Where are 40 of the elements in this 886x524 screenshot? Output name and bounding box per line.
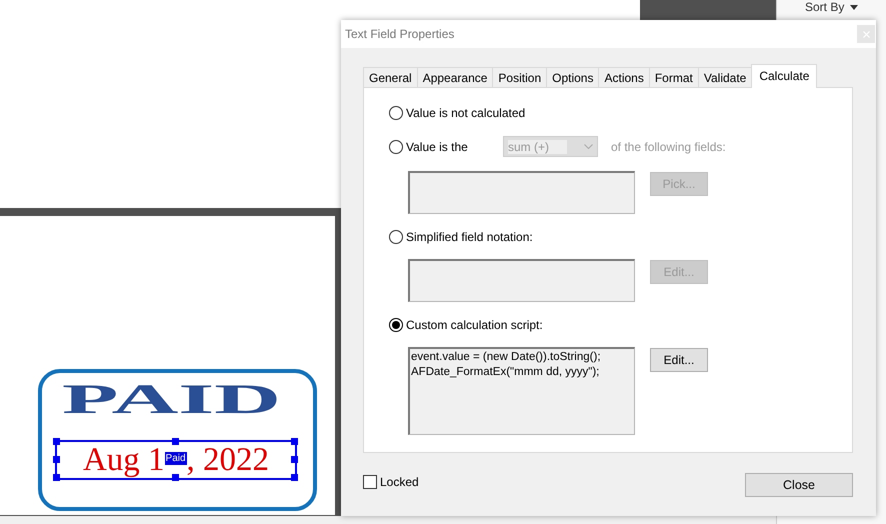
close-button[interactable]	[857, 25, 875, 43]
radio-label: Value is not calculated	[406, 106, 526, 120]
checkbox[interactable]	[363, 474, 377, 488]
sort-by-dropdown[interactable]: Sort By	[805, 0, 858, 14]
radio-label: Simplified field notation:	[406, 230, 533, 244]
notation-input[interactable]	[408, 259, 635, 302]
close-button[interactable]: Close	[745, 473, 853, 497]
window-title: Text Field Properties	[345, 27, 454, 41]
stamp-title: PAID	[62, 376, 281, 425]
resize-handle[interactable]	[291, 456, 298, 463]
script-box[interactable]: event.value = (new Date()).toString(); AFDate_FormatEx("mmm dd, yyyy");	[408, 347, 635, 435]
caret-icon	[850, 4, 858, 10]
tab[interactable]: General	[363, 67, 418, 87]
date-text: Aug 1	[82, 442, 165, 478]
script-line: AFDate_FormatEx("mmm dd, yyyy");	[411, 365, 600, 380]
radio-button[interactable]	[389, 106, 403, 120]
resize-handle[interactable]	[291, 438, 298, 445]
radio-button[interactable]	[389, 230, 403, 244]
radio-label: Value is the	[406, 140, 469, 154]
radio-button[interactable]	[389, 318, 403, 332]
tab[interactable]: Options	[546, 67, 600, 87]
fields-list-box[interactable]	[408, 171, 635, 214]
resize-handle[interactable]	[53, 456, 60, 463]
resize-handle[interactable]	[172, 438, 179, 445]
date-text: , 2022	[186, 442, 270, 478]
edit-button[interactable]: Edit...	[650, 348, 708, 372]
chevron-icon	[584, 144, 593, 149]
checkbox-label: Locked	[380, 474, 419, 488]
tab[interactable]: Appearance	[416, 67, 494, 87]
resize-handle[interactable]	[53, 438, 60, 445]
tab[interactable]: Calculate	[751, 64, 818, 88]
script-line: event.value = (new Date()).toString();	[411, 350, 602, 365]
resize-handle[interactable]	[172, 474, 179, 481]
resize-handle[interactable]	[53, 474, 60, 481]
field-name-tag: Paid	[164, 452, 187, 464]
radio-button[interactable]	[389, 140, 403, 154]
radio-label: Custom calculation script:	[406, 318, 543, 332]
resize-handle[interactable]	[291, 474, 298, 481]
close-icon	[862, 30, 870, 38]
field-label: of the following fields:	[611, 140, 726, 154]
